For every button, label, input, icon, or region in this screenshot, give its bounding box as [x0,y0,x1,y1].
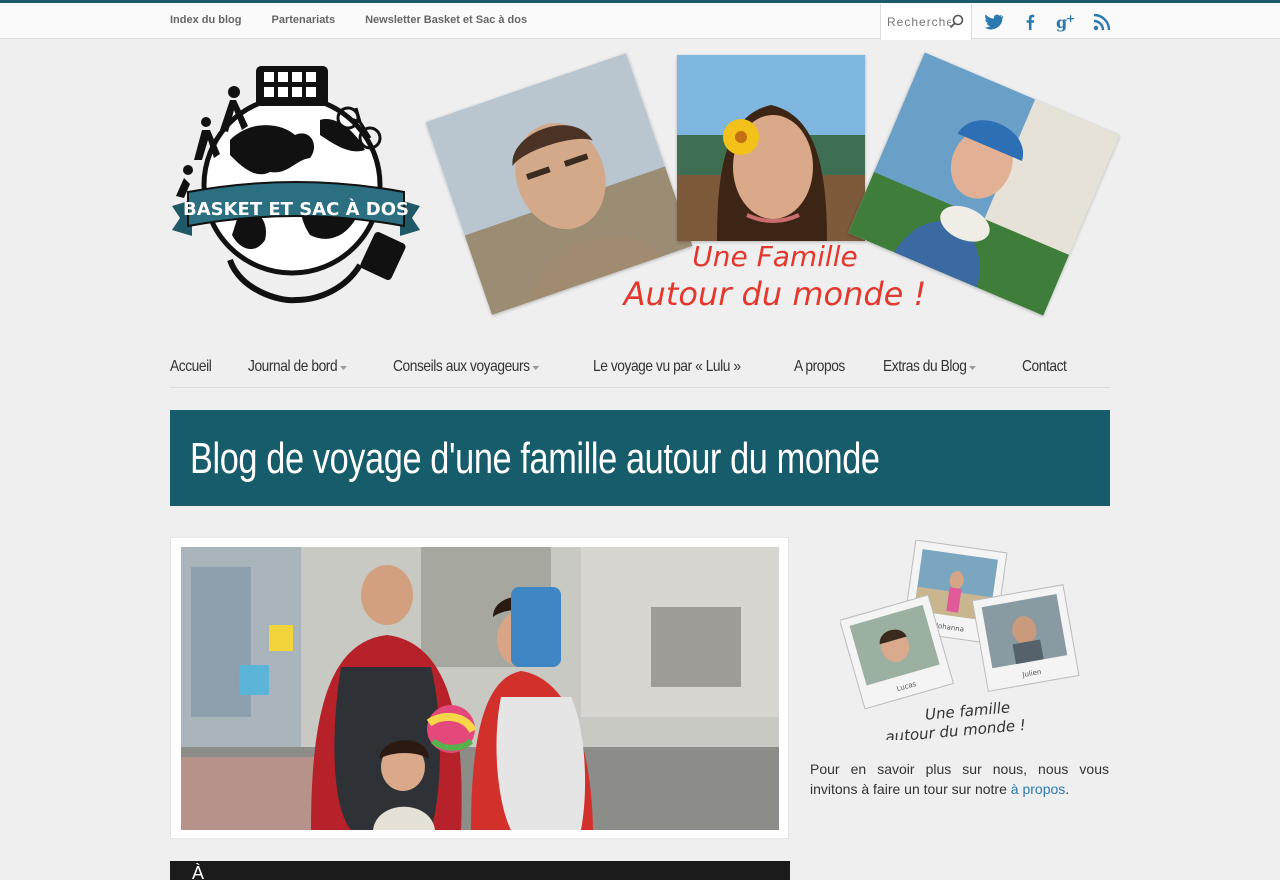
nav-label: Conseils aux voyageurs [392,358,530,375]
header-photo-johanna [677,55,865,241]
a-propos-link[interactable]: à propos [1011,781,1065,797]
featured-image[interactable] [170,537,789,839]
logo-text: BASKET ET SAC À DOS [183,198,409,220]
svg-text:+: + [1066,12,1075,25]
social-links: g + [983,11,1113,33]
chevron-down-icon [531,366,539,370]
search-input[interactable] [887,13,951,31]
topnav-partenariats-link[interactable]: Partenariats [272,14,336,26]
facebook-icon[interactable] [1019,11,1041,33]
nav-item-conseils[interactable]: Conseils aux voyageurs [393,349,539,387]
search-icon[interactable] [949,14,965,35]
page-title-banner: Blog de voyage d'une famille autour du m… [170,410,1110,506]
nav-label: Journal de bord [248,358,338,375]
next-post-initial: À [192,863,205,880]
tagline-line-1: Une Famille [692,240,858,273]
nav-label: Contact [1021,358,1067,375]
chevron-down-icon [339,366,347,370]
google-plus-icon[interactable]: g + [1055,11,1077,33]
rss-icon[interactable] [1091,11,1113,33]
top-bar: Index du blog Partenariats Newsletter Ba… [0,0,1280,40]
top-navigation: Index du blog Partenariats Newsletter Ba… [170,14,527,26]
nav-item-a-propos[interactable]: A propos [794,349,845,387]
search-box [880,4,972,40]
sidebar-family-polaroids[interactable]: Johanna Lucas Julien Une famille autour … [839,539,1080,746]
nav-item-lulu[interactable]: Le voyage vu par « Lulu » [593,349,741,387]
twitter-icon[interactable] [983,11,1005,33]
header-tagline: Une Famille Autour du monde ! [600,240,950,313]
nav-label: Accueil [170,358,212,375]
sidebar-text-after: . [1065,781,1070,797]
nav-item-journal-de-bord[interactable]: Journal de bord [248,349,347,387]
chevron-down-icon [969,366,977,370]
nav-item-contact[interactable]: Contact [1021,349,1067,387]
page-title: Blog de voyage d'une famille autour du m… [190,434,880,483]
topnav-newsletter-link[interactable]: Newsletter Basket et Sac à dos [365,14,527,26]
site-logo[interactable]: BASKET ET SAC À DOS [170,60,422,306]
nav-item-accueil[interactable]: Accueil [170,349,212,387]
nav-label: Le voyage vu par « Lulu » [592,358,741,375]
nav-item-extras[interactable]: Extras du Blog [883,349,977,387]
main-navigation: Accueil Journal de bord Conseils aux voy… [170,349,1110,388]
nav-label: A propos [794,358,846,375]
featured-photo [181,547,779,830]
nav-label: Extras du Blog [883,358,967,375]
topnav-index-link[interactable]: Index du blog [170,14,242,26]
tagline-line-2: Autour du monde ! [623,275,927,313]
sidebar-about-text: Pour en savoir plus sur nous, nous vous … [810,759,1109,799]
next-post-bar[interactable]: À [170,861,790,880]
